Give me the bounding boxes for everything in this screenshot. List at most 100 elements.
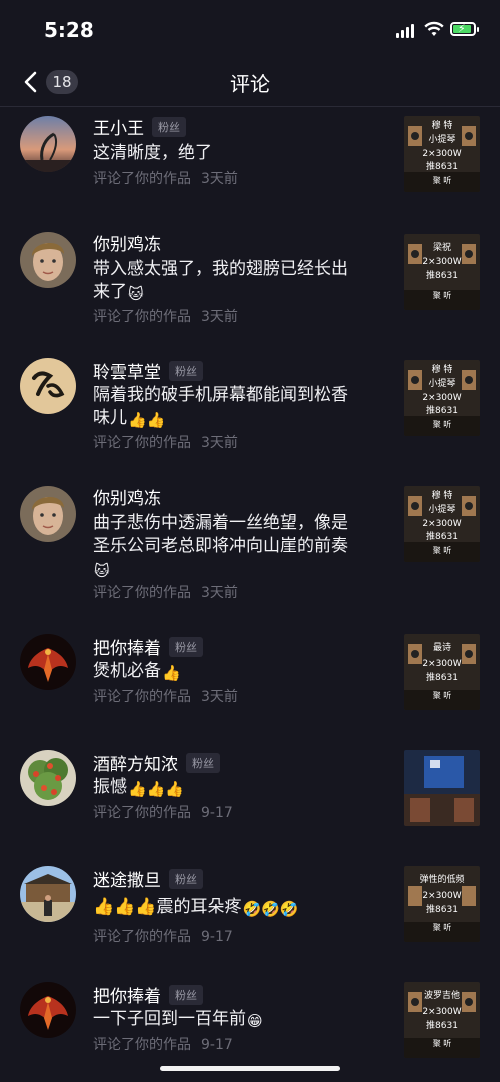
video-thumbnail[interactable]: [404, 750, 480, 826]
thumb-line: 梁祝: [433, 241, 451, 253]
fan-badge: 粉丝: [169, 868, 203, 889]
thumb-line: 穆 特: [432, 489, 453, 501]
username[interactable]: 把你捧着: [93, 634, 161, 659]
thumb-line: 小提琴: [428, 504, 455, 515]
comment-meta: 评论了你的作品 9-17: [93, 1037, 233, 1053]
comment-item[interactable]: 把你捧着 粉丝 一下子回到一百年前😁 评论了你的作品 9-17 波罗吉他 2×30…: [0, 978, 500, 1066]
avatar[interactable]: [20, 982, 76, 1038]
fan-badge: 粉丝: [169, 360, 203, 381]
thumb-line: 2×300W: [422, 1007, 461, 1017]
avatar[interactable]: [20, 750, 76, 806]
thumb-line: 推8631: [426, 404, 458, 416]
comment-text: 带入感太强了，我的翅膀已经长出来了🐱: [93, 259, 348, 303]
username[interactable]: 酒醉方知浓: [93, 750, 178, 775]
comment-meta: 评论了你的作品 3天前: [93, 309, 238, 325]
thumb-line: 2×300W: [422, 149, 461, 159]
thumb-line: 2×300W: [422, 891, 461, 901]
thumb-line: 聚 听: [433, 291, 452, 300]
username[interactable]: 你别鸡冻: [93, 484, 161, 509]
thumb-line: 聚 听: [433, 546, 452, 555]
home-indicator[interactable]: [160, 1066, 340, 1071]
emoji: 🐱: [94, 562, 110, 580]
comment-text: 曲子悲伤中透漏着一丝绝望，像是圣乐公司老总即将冲向山崖的前奏🐱: [93, 513, 348, 580]
video-thumbnail[interactable]: 穆 特 小提琴 2×300W 推8631 聚 听: [404, 116, 480, 192]
comment-time: 9-17: [201, 1037, 233, 1053]
status-bar: 5:28 ⚡: [0, 0, 500, 58]
comment-item[interactable]: 迷途撒旦 粉丝 👍👍👍震的耳朵疼🤣🤣🤣 评论了你的作品 9-17 弹性的低频 2×…: [0, 862, 500, 978]
username[interactable]: 你别鸡冻: [93, 230, 161, 255]
thumb-line: 聚 听: [433, 1039, 452, 1048]
header-bar: 18 评论: [0, 58, 500, 107]
comment-meta: 评论了你的作品 9-17: [93, 805, 233, 821]
thumb-line: 穆 特: [432, 363, 453, 375]
page-title: 评论: [230, 72, 270, 96]
status-time: 5:28: [44, 18, 94, 42]
signal-icon: [396, 24, 416, 38]
thumb-line: 穆 特: [432, 119, 453, 131]
comment-item[interactable]: 你别鸡冻 曲子悲伤中透漏着一丝绝望，像是圣乐公司老总即将冲向山崖的前奏🐱 评论了…: [0, 478, 500, 628]
thumb-line: 推8631: [426, 903, 458, 915]
thumb-line: 推8631: [426, 269, 458, 281]
comment-item[interactable]: 酒醉方知浓 粉丝 振憾👍👍👍 评论了你的作品 9-17: [0, 746, 500, 862]
username[interactable]: 聆雲草堂: [93, 358, 161, 383]
avatar[interactable]: [20, 634, 76, 690]
thumb-line: 推8631: [426, 1019, 458, 1031]
video-thumbnail[interactable]: 穆 特 小提琴 2×300W 推8631 聚 听: [404, 360, 480, 436]
video-thumbnail[interactable]: 最诗 2×300W 推8631 聚 听: [404, 634, 480, 710]
avatar[interactable]: [20, 866, 76, 922]
comment-text: 隔着我的破手机屏幕都能闻到松香味儿👍👍: [93, 385, 348, 429]
avatar[interactable]: [20, 232, 76, 288]
username[interactable]: 王小王: [93, 114, 144, 139]
emoji: 👍👍👍: [128, 780, 185, 798]
thumb-line: 推8631: [426, 671, 458, 683]
emoji: 👍: [162, 664, 181, 682]
video-thumbnail[interactable]: 弹性的低频 2×300W 推8631 聚 听: [404, 866, 480, 942]
comment-text: 👍👍👍震的耳朵疼🤣🤣🤣: [93, 897, 299, 918]
thumb-line: 弹性的低频: [419, 873, 464, 885]
thumb-line: 推8631: [426, 530, 458, 542]
comment-item[interactable]: 把你捧着 粉丝 煲机必备👍 评论了你的作品 3天前 最诗 2×300W 推8631…: [0, 628, 500, 746]
comment-text: 这清晰度，绝了: [93, 143, 212, 163]
thumb-line: 聚 听: [433, 176, 452, 185]
comment-meta: 评论了你的作品 3天前: [93, 689, 238, 705]
comment-time: 3天前: [201, 309, 238, 325]
comment-time: 3天前: [201, 585, 238, 601]
wifi-icon: [424, 21, 444, 36]
video-thumbnail[interactable]: 穆 特 小提琴 2×300W 推8631 聚 听: [404, 486, 480, 562]
thumb-line: 2×300W: [422, 519, 461, 529]
comment-time: 9-17: [201, 805, 233, 821]
username[interactable]: 把你捧着: [93, 982, 161, 1007]
thumb-line: 2×300W: [422, 659, 461, 669]
emoji: 👍👍: [128, 411, 166, 429]
thumb-line: 聚 听: [433, 420, 452, 429]
comment-meta: 评论了你的作品 3天前: [93, 585, 238, 601]
thumb-line: 小提琴: [428, 134, 455, 145]
comment-time: 3天前: [201, 171, 238, 187]
avatar[interactable]: [20, 358, 76, 414]
fan-badge: 粉丝: [169, 984, 203, 1005]
video-thumbnail[interactable]: 波罗吉他 2×300W 推8631 聚 听: [404, 982, 480, 1058]
fan-badge: 粉丝: [186, 752, 220, 773]
emoji: 😁: [247, 1012, 263, 1030]
avatar[interactable]: [20, 116, 76, 172]
comment-meta: 评论了你的作品 3天前: [93, 435, 238, 451]
thumb-line: 2×300W: [422, 393, 461, 403]
battery-icon: ⚡: [450, 22, 479, 36]
avatar[interactable]: [20, 486, 76, 542]
thumb-line: 聚 听: [433, 691, 452, 700]
comment-text: 煲机必备👍: [93, 661, 181, 682]
fan-badge: 粉丝: [169, 636, 203, 657]
thumb-line: 波罗吉他: [424, 989, 460, 1001]
comment-item[interactable]: 你别鸡冻 带入感太强了，我的翅膀已经长出来了🐱 评论了你的作品 3天前 梁祝 2×…: [0, 224, 500, 350]
username[interactable]: 迷途撒旦: [93, 866, 161, 891]
video-thumbnail[interactable]: 梁祝 2×300W 推8631 聚 听: [404, 234, 480, 310]
comment-meta: 评论了你的作品 9-17: [93, 929, 233, 945]
emoji: 🐱: [128, 285, 144, 303]
thumb-line: 2×300W: [422, 257, 461, 267]
comment-time: 3天前: [201, 689, 238, 705]
thumb-line: 推8631: [426, 160, 458, 172]
comment-item[interactable]: 王小王 粉丝 这清晰度，绝了 评论了你的作品 3天前 穆 特 小提琴 2×300W…: [0, 108, 500, 224]
thumb-line: 小提琴: [428, 378, 455, 389]
thumb-line: 聚 听: [433, 923, 452, 932]
comment-item[interactable]: 聆雲草堂 粉丝 隔着我的破手机屏幕都能闻到松香味儿👍👍 评论了你的作品 3天前 穆…: [0, 350, 500, 478]
